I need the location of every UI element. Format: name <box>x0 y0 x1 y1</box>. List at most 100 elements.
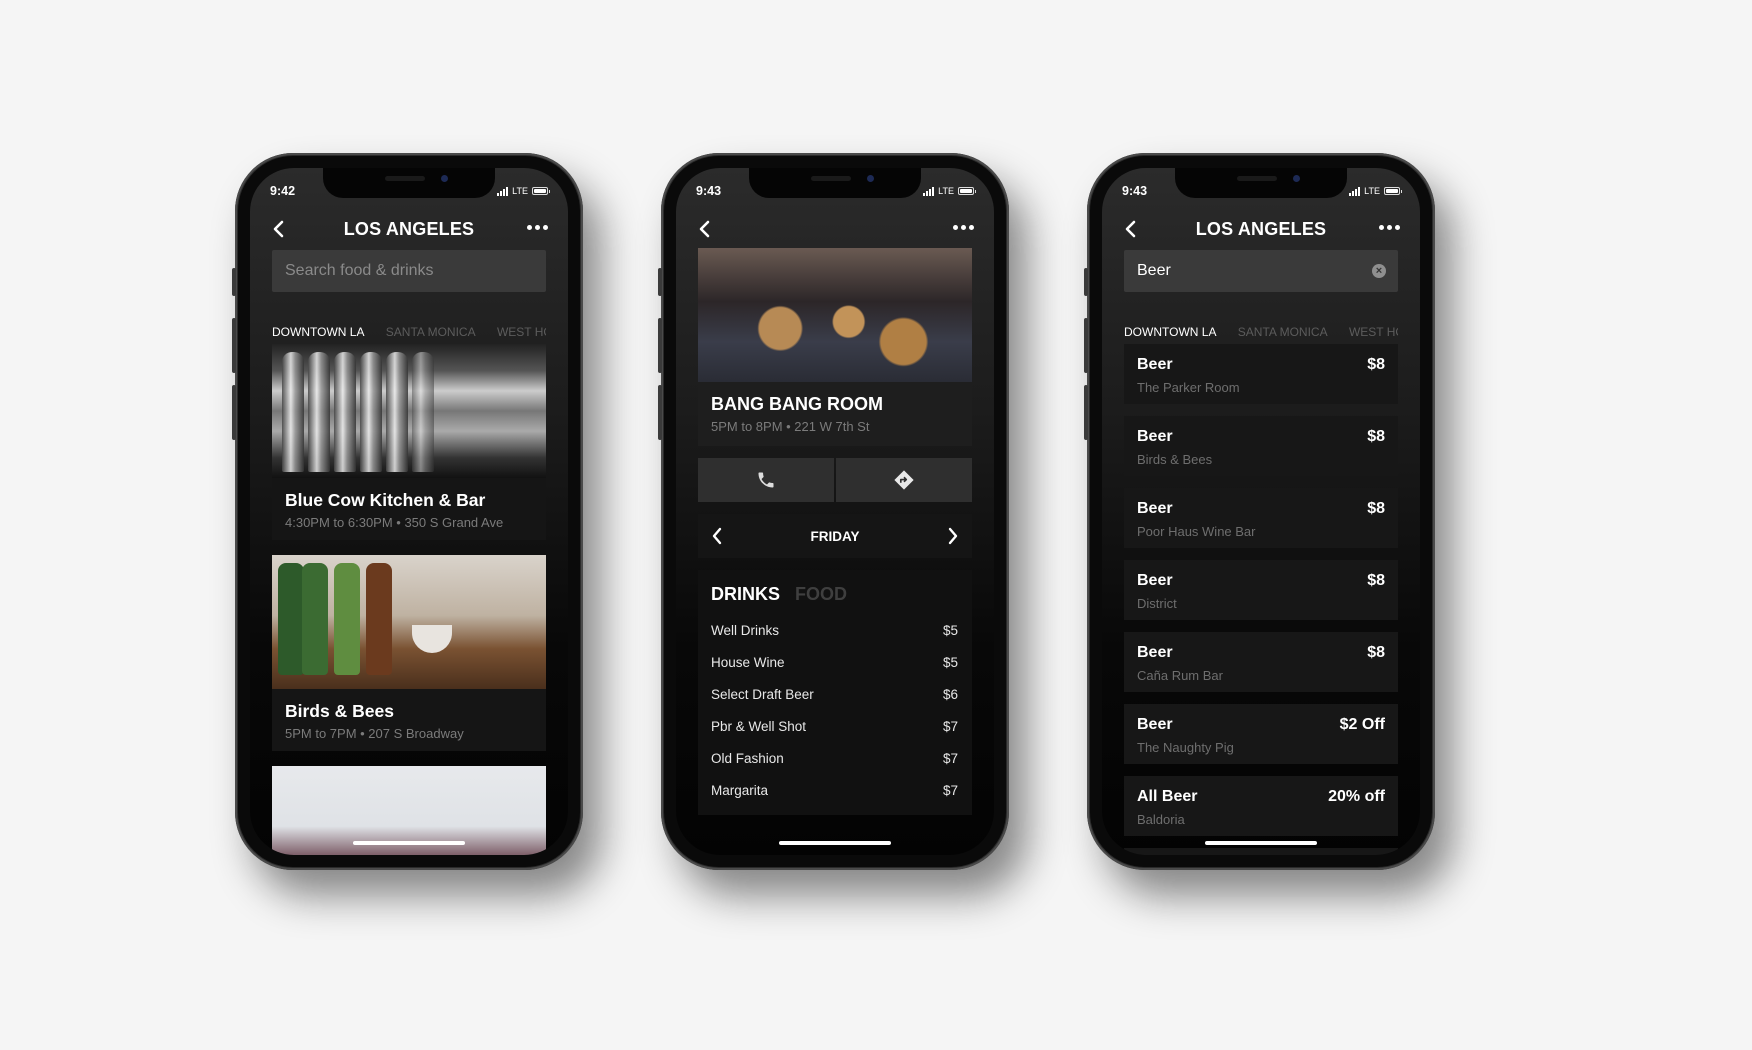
venue-name: Blue Cow Kitchen & Bar <box>285 490 486 510</box>
neighborhood-tabs: DOWNTOWN LA SANTA MONICA WEST HOLLYWOOD <box>1124 325 1398 341</box>
menu-item-price: $6 <box>942 687 958 702</box>
result-venue: Baldoria <box>1137 812 1185 827</box>
phone-city-list: 9:42 LTE LOS ANGELES DOWNTOWN LA SANTA M… <box>232 153 583 870</box>
result-item[interactable]: Beer $8 The Parker Room <box>1124 344 1398 404</box>
menu-item-name: Well Drinks <box>711 623 780 638</box>
venue-meta: 5PM to 8PM • 221 W 7th St <box>711 419 870 434</box>
menu-tabs: DRINKS FOOD <box>711 584 847 605</box>
battery-icon <box>958 187 976 195</box>
search-field[interactable]: × <box>1124 250 1398 292</box>
venue-card[interactable]: Birds & Bees 5PM to 7PM • 207 S Broadway <box>272 555 546 751</box>
result-venue: The Naughty Pig <box>1137 740 1234 755</box>
clear-search-icon[interactable]: × <box>1372 264 1386 278</box>
result-price: 20% off <box>1328 788 1385 805</box>
next-day-chevron-icon[interactable] <box>944 526 960 546</box>
home-indicator[interactable] <box>1205 841 1317 845</box>
result-venue: Poor Haus Wine Bar <box>1137 524 1256 539</box>
signal-icon <box>1349 186 1361 196</box>
day-selector: FRIDAY <box>698 514 972 558</box>
screen: 9:42 LTE LOS ANGELES DOWNTOWN LA SANTA M… <box>250 168 568 855</box>
screen: 9:43 LTE LOS ANGELES × DOWNTOWN LA SANTA… <box>1102 168 1420 855</box>
result-title: Beer <box>1137 644 1173 661</box>
nav-bar: LOS ANGELES <box>1102 216 1420 242</box>
result-item[interactable] <box>1124 848 1398 855</box>
tab-west-hollywood[interactable]: WEST HOLLYWOOD <box>1349 325 1398 339</box>
call-button[interactable] <box>698 458 834 502</box>
shots-toast-photo <box>698 248 972 382</box>
mute-switch <box>1084 268 1088 296</box>
nav-bar: LOS ANGELES <box>250 216 568 242</box>
menu-item: House Wine $5 <box>711 655 958 675</box>
menu-item-name: Margarita <box>711 783 769 798</box>
mute-switch <box>232 268 236 296</box>
nav-bar <box>676 216 994 242</box>
battery-icon <box>532 187 550 195</box>
notch <box>749 168 921 198</box>
tab-west-hollywood[interactable]: WEST HOLLYWOOD <box>497 325 546 339</box>
result-item[interactable]: Beer $8 Caña Rum Bar <box>1124 632 1398 692</box>
tab-drinks[interactable]: DRINKS <box>711 584 780 604</box>
day-label: FRIDAY <box>810 529 860 544</box>
more-options-icon[interactable] <box>1379 225 1400 230</box>
menu-item-price: $5 <box>942 655 958 670</box>
volume-down-button <box>658 385 662 440</box>
result-item[interactable]: All Beer 20% off Baldoria <box>1124 776 1398 836</box>
bowl <box>412 625 452 653</box>
volume-down-button <box>1084 385 1088 440</box>
status-time: 9:42 <box>270 184 296 198</box>
result-item[interactable]: Beer $2 Off The Naughty Pig <box>1124 704 1398 764</box>
volume-up-button <box>1084 318 1088 373</box>
result-item[interactable]: Beer $8 Birds & Bees <box>1124 416 1398 476</box>
neighborhood-tabs: DOWNTOWN LA SANTA MONICA WEST HOLLYWOOD <box>272 325 546 341</box>
result-title: Beer <box>1137 500 1173 517</box>
more-options-icon[interactable] <box>953 225 974 230</box>
mute-switch <box>658 268 662 296</box>
result-item[interactable]: Beer $8 District <box>1124 560 1398 620</box>
result-price: $2 Off <box>1339 716 1385 733</box>
tab-downtown-la[interactable]: DOWNTOWN LA <box>272 325 364 339</box>
tab-santa-monica[interactable]: SANTA MONICA <box>1238 325 1328 339</box>
result-title: Beer <box>1137 572 1173 589</box>
result-price: $8 <box>1367 500 1385 517</box>
venue-meta: 4:30PM to 6:30PM • 350 S Grand Ave <box>285 515 504 530</box>
specials-menu: DRINKS FOOD Well Drinks $5 House Wine $5 S… <box>698 570 972 815</box>
phone-icon <box>758 472 774 488</box>
venue-name: BANG BANG ROOM <box>711 394 883 414</box>
beer-bottles-photo <box>272 555 546 689</box>
network-label: LTE <box>512 186 528 196</box>
more-options-icon[interactable] <box>527 225 548 230</box>
result-title: Beer <box>1137 356 1173 373</box>
notch <box>323 168 495 198</box>
result-venue: Birds & Bees <box>1137 452 1213 467</box>
tab-santa-monica[interactable]: SANTA MONICA <box>386 325 476 339</box>
notch <box>1175 168 1347 198</box>
network-label: LTE <box>1364 186 1380 196</box>
tab-downtown-la[interactable]: DOWNTOWN LA <box>1124 325 1216 339</box>
result-title: Beer <box>1137 716 1173 733</box>
tab-food[interactable]: FOOD <box>795 584 847 604</box>
menu-item-name: Old Fashion <box>711 751 784 766</box>
result-price: $8 <box>1367 644 1385 661</box>
menu-item: Old Fashion $7 <box>711 751 958 771</box>
menu-item-name: Pbr & Well Shot <box>711 719 807 734</box>
menu-item-name: House Wine <box>711 655 785 670</box>
directions-button[interactable] <box>836 458 972 502</box>
venue-actions <box>698 458 972 502</box>
result-venue: Caña Rum Bar <box>1137 668 1223 683</box>
result-price: $8 <box>1367 572 1385 589</box>
venue-card[interactable]: Blue Cow Kitchen & Bar 4:30PM to 6:30PM … <box>272 344 546 540</box>
directions-icon <box>894 470 914 490</box>
home-indicator[interactable] <box>353 841 465 845</box>
search-input[interactable] <box>272 250 546 292</box>
page-title: LOS ANGELES <box>343 219 475 239</box>
home-indicator[interactable] <box>779 841 891 845</box>
search-field[interactable] <box>272 250 546 292</box>
menu-item: Select Draft Beer $6 <box>711 687 958 707</box>
menu-item: Margarita $7 <box>711 783 958 803</box>
result-item[interactable]: Beer $8 Poor Haus Wine Bar <box>1124 488 1398 548</box>
menu-item-price: $7 <box>942 751 958 766</box>
network-label: LTE <box>938 186 954 196</box>
beer-taps-photo <box>272 344 546 478</box>
search-input[interactable] <box>1124 250 1398 292</box>
back-chevron-icon[interactable] <box>694 218 716 240</box>
